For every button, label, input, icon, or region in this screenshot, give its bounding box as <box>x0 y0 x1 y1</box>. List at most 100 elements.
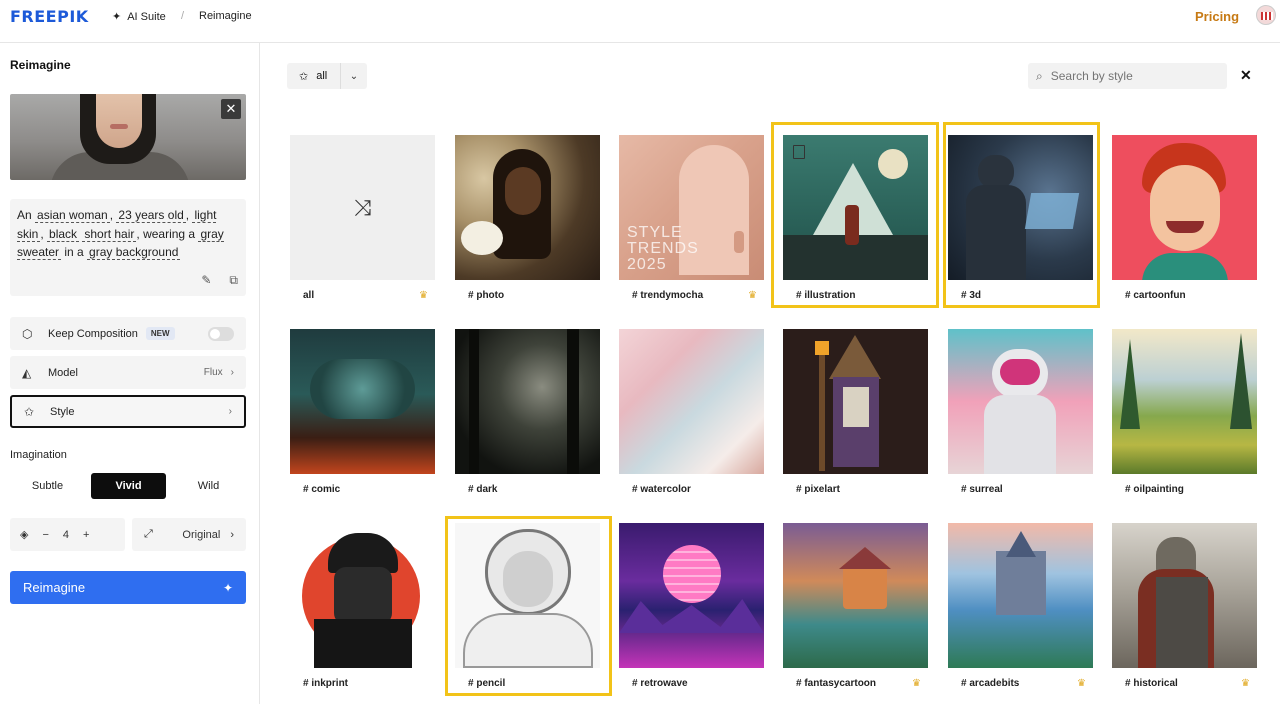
chevron-right-icon: › <box>228 406 232 417</box>
prompt-text: in a <box>61 245 88 259</box>
style-thumbnail <box>290 523 435 668</box>
imagination-wild-button[interactable]: Wild <box>171 473 246 499</box>
image-count-stepper: ◈ − 4 + <box>10 518 125 551</box>
keep-composition-label: Keep Composition <box>48 327 138 340</box>
style-tile-photo[interactable]: # photo <box>455 135 600 301</box>
style-tile-pencil[interactable]: # pencil <box>455 523 600 689</box>
prompt-token[interactable]: 23 years old <box>116 208 186 223</box>
tile-label: # dark <box>468 484 498 495</box>
style-tile-retrowave[interactable]: # retrowave <box>619 523 764 689</box>
close-icon[interactable]: ✕ <box>221 99 241 119</box>
prompt-text: An <box>17 208 36 222</box>
keep-composition-row[interactable]: ⬡ Keep Composition NEW <box>10 317 246 350</box>
prompt-token[interactable]: asian woman <box>35 208 110 223</box>
prompt-token[interactable]: gray background <box>87 245 181 260</box>
style-thumbnail: ⤨ <box>290 135 435 280</box>
crown-icon: ♛ <box>1077 678 1086 689</box>
count-value: 4 <box>62 528 70 541</box>
style-thumbnail <box>948 329 1093 474</box>
reimagine-button[interactable]: Reimagine ✦ <box>10 571 246 604</box>
prompt-token[interactable]: black <box>47 226 80 242</box>
shuffle-icon: ⤨ <box>353 194 372 220</box>
style-thumbnail <box>455 523 600 668</box>
layers-icon: ◈ <box>20 529 29 541</box>
avatar[interactable] <box>1256 5 1276 25</box>
composition-icon: ⬡ <box>22 326 33 341</box>
copy-icon[interactable]: ⧉ <box>229 271 238 290</box>
style-tile-cartoonfun[interactable]: # cartoonfun <box>1112 135 1257 301</box>
style-tile-arcadebits[interactable]: # arcadebits ♛ <box>948 523 1093 689</box>
pricing-link[interactable]: Pricing <box>1195 9 1239 24</box>
style-filter-dropdown[interactable]: ✩ all ⌄ <box>287 63 367 89</box>
model-icon: ◭ <box>22 365 32 380</box>
breadcrumb-separator: / <box>181 10 185 22</box>
bookmark-icon[interactable] <box>793 145 805 159</box>
style-thumbnail <box>455 135 600 280</box>
style-tile-historical[interactable]: # historical ♛ <box>1112 523 1257 689</box>
sidebar: Reimagine ✕ An asian woman, 23 years old… <box>0 43 260 704</box>
style-label: Style <box>50 405 75 418</box>
breadcrumb-ai-suite[interactable]: ✦ AI Suite <box>112 10 166 24</box>
decrement-button[interactable]: − <box>42 529 48 541</box>
style-row[interactable]: ✩ Style › <box>10 395 246 428</box>
crown-icon: ♛ <box>748 290 757 301</box>
style-trends-overlay: STYLE TRENDS 2025 <box>627 224 699 273</box>
pencil-icon[interactable]: ✎ <box>201 271 211 290</box>
tile-label: # fantasycartoon <box>796 678 877 689</box>
chevron-right-icon: › <box>230 528 234 541</box>
style-tile-dark[interactable]: # dark <box>455 329 600 495</box>
breadcrumb-ai-suite-label: AI Suite <box>127 10 166 23</box>
crown-icon: ♛ <box>1241 678 1250 689</box>
model-label: Model <box>48 366 78 379</box>
style-thumbnail <box>1112 135 1257 280</box>
style-tile-comic[interactable]: # comic <box>290 329 435 495</box>
imagination-title: Imagination <box>10 449 67 461</box>
new-badge: NEW <box>145 327 175 340</box>
style-tile-trendymocha[interactable]: STYLE TRENDS 2025 # trendymocha ♛ <box>619 135 764 301</box>
close-icon[interactable]: ✕ <box>1240 67 1252 84</box>
freepik-logo[interactable]: FREEPIK <box>10 7 89 26</box>
reimagine-label: Reimagine <box>23 580 86 595</box>
tile-label: # surreal <box>961 484 1003 495</box>
tile-label: # oilpainting <box>1125 484 1184 495</box>
aspect-ratio-label: Original <box>182 528 221 541</box>
style-tile-pixelart[interactable]: # pixelart <box>783 329 928 495</box>
filter-label: all <box>316 70 328 82</box>
search-input[interactable] <box>1050 69 1211 83</box>
model-row[interactable]: ◭ Model Flux › <box>10 356 246 389</box>
style-thumbnail <box>1112 523 1257 668</box>
increment-button[interactable]: + <box>83 529 89 541</box>
tile-label: # trendymocha <box>632 290 704 301</box>
style-tile-all[interactable]: ⤨ all ♛ <box>290 135 435 301</box>
style-tile-oilpainting[interactable]: # oilpainting <box>1112 329 1257 495</box>
source-image: ✕ <box>10 94 246 180</box>
chevron-down-icon[interactable]: ⌄ <box>341 71 367 82</box>
search-style: ⌕ <box>1028 63 1227 89</box>
keep-composition-toggle[interactable] <box>208 326 234 341</box>
expand-icon: ⤢ <box>144 528 153 540</box>
style-tile-inkprint[interactable]: # inkprint <box>290 523 435 689</box>
style-tile-surreal[interactable]: # surreal <box>948 329 1093 495</box>
search-icon: ⌕ <box>1036 68 1043 83</box>
imagination-vivid-button[interactable]: Vivid <box>91 473 166 499</box>
style-thumbnail <box>1112 329 1257 474</box>
top-bar: FREEPIK ✦ AI Suite / Reimagine Pricing <box>0 0 1280 43</box>
aspect-ratio-button[interactable]: ⤢ Original › <box>132 518 246 551</box>
crown-icon: ♛ <box>912 678 921 689</box>
style-thumbnail: STYLE TRENDS 2025 <box>619 135 764 280</box>
imagination-subtle-button[interactable]: Subtle <box>10 473 85 499</box>
model-value: Flux <box>203 367 223 378</box>
style-thumbnail <box>783 135 928 280</box>
star-sparkle-icon: ✩ <box>299 70 309 83</box>
prompt-box[interactable]: An asian woman, 23 years old, light skin… <box>10 199 246 296</box>
style-tile-fantasycartoon[interactable]: # fantasycartoon ♛ <box>783 523 928 689</box>
crown-icon: ♛ <box>419 290 428 301</box>
style-tile-illustration[interactable]: # illustration <box>783 135 928 301</box>
style-thumbnail <box>619 523 764 668</box>
sparkle-icon: ✦ <box>222 580 233 595</box>
style-tile-watercolor[interactable]: # watercolor <box>619 329 764 495</box>
prompt-token[interactable]: short hair <box>82 226 137 242</box>
style-tile-3d[interactable]: # 3d <box>948 135 1093 301</box>
tile-label: # cartoonfun <box>1125 290 1186 301</box>
style-thumbnail <box>783 329 928 474</box>
